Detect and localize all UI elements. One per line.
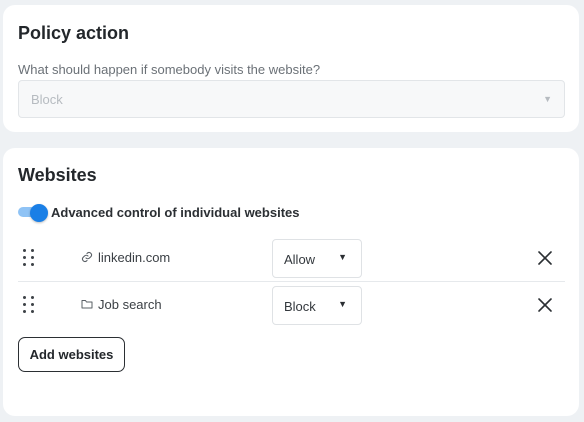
chevron-down-icon: ▼: [338, 299, 347, 309]
drag-handle-icon[interactable]: [23, 249, 35, 267]
policy-action-select: Block ▼: [18, 80, 565, 118]
website-row: Job search Block ▼: [18, 283, 565, 329]
link-icon: [81, 251, 93, 263]
website-action-value: Allow: [284, 252, 316, 267]
add-websites-button[interactable]: Add websites: [18, 337, 125, 372]
chevron-down-icon: ▼: [543, 94, 552, 104]
website-name: Job search: [98, 297, 162, 312]
policy-action-select-value: Block: [31, 92, 63, 107]
websites-title: Websites: [18, 165, 97, 185]
close-icon[interactable]: [536, 296, 554, 314]
advanced-control-toggle[interactable]: [18, 204, 50, 222]
toggle-knob: [30, 204, 48, 222]
advanced-control-label: Advanced control of individual websites: [51, 205, 300, 220]
website-action-value: Block: [284, 299, 316, 314]
policy-action-question: What should happen if somebody visits th…: [18, 62, 321, 77]
policy-action-card: Policy action What should happen if some…: [3, 5, 579, 132]
websites-card: Websites Advanced control of individual …: [3, 148, 579, 416]
drag-handle-icon[interactable]: [23, 296, 35, 314]
folder-icon: [81, 300, 93, 309]
policy-action-title: Policy action: [18, 23, 130, 43]
close-icon[interactable]: [536, 249, 554, 267]
website-row: linkedin.com Allow ▼: [18, 236, 565, 282]
website-action-select[interactable]: Allow ▼: [272, 239, 362, 278]
website-name: linkedin.com: [98, 250, 171, 265]
website-action-select[interactable]: Block ▼: [272, 286, 362, 325]
chevron-down-icon: ▼: [338, 252, 347, 262]
